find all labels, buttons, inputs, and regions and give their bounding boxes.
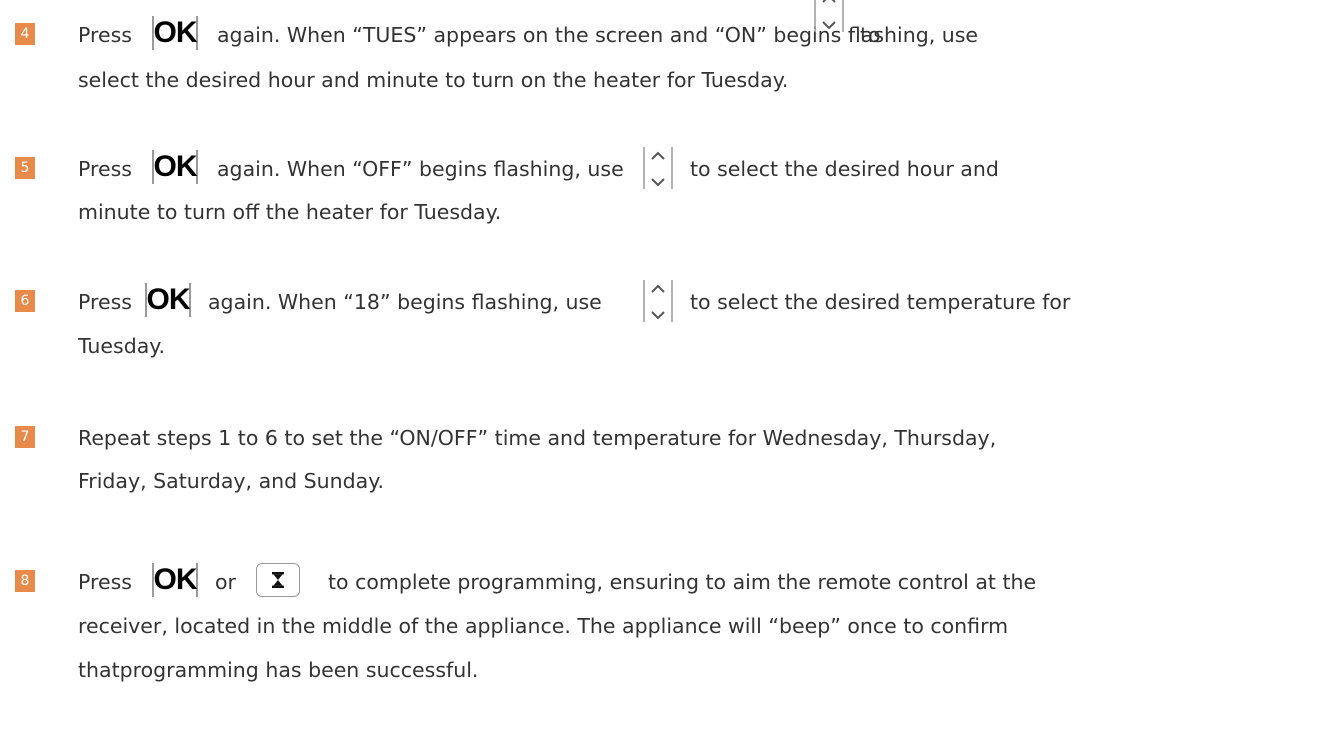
step-line: minute to turn off the heater for Tuesda…: [78, 197, 501, 227]
step-text: Press: [78, 157, 132, 181]
step-number: 8: [15, 570, 35, 592]
step-line: or: [215, 567, 236, 597]
step-number: 6: [15, 290, 35, 312]
ok-button-icon: OK: [152, 16, 198, 50]
ok-label: OK: [153, 563, 198, 596]
step-line: receiver, located in the middle of the a…: [78, 611, 1008, 641]
step-text: again. When “18” begins flashing, use: [208, 290, 602, 314]
ok-button-icon: OK: [152, 563, 198, 597]
ok-button-icon: OK: [152, 150, 198, 184]
step-line: to select the desired temperature for: [690, 287, 1070, 317]
step-text: again. When “OFF” begins flashing, use: [217, 157, 624, 181]
step-line: to select the desired hour and: [690, 154, 999, 184]
step-number: 5: [15, 157, 35, 179]
step-text: select the desired hour and minute to tu…: [78, 68, 789, 92]
step-text: minute to turn off the heater for Tuesda…: [78, 200, 502, 224]
step-line: Press: [78, 567, 132, 597]
step-number: 7: [15, 426, 35, 448]
up-down-arrows-icon: [643, 147, 673, 189]
step-text: thatprogramming has been successful.: [78, 658, 479, 682]
step-text: Press: [78, 570, 132, 594]
step-text: to complete programming, ensuring to aim…: [328, 570, 1037, 594]
step-line: Tuesday.: [78, 331, 165, 361]
step-line: again. When “OFF” begins flashing, use: [217, 154, 624, 184]
step-text: receiver, located in the middle of the a…: [78, 614, 1009, 638]
step-line: thatprogramming has been successful.: [78, 655, 478, 685]
ok-label: OK: [153, 16, 198, 49]
step-text: to select the desired hour and: [690, 157, 999, 181]
hourglass-glyph: [272, 572, 284, 588]
ok-label: OK: [146, 283, 191, 316]
step-line: Friday, Saturday, and Sunday.: [78, 466, 384, 496]
step-number: 4: [15, 23, 35, 45]
step-text: Repeat steps 1 to 6 to set the “ON/OFF” …: [78, 426, 997, 450]
ok-button-icon: OK: [145, 283, 191, 317]
step-text: or: [215, 570, 236, 594]
step-text: to: [860, 23, 881, 47]
step-text: Friday, Saturday, and Sunday.: [78, 469, 384, 493]
up-down-arrows-icon: [814, 0, 844, 32]
ok-label: OK: [153, 150, 198, 183]
step-line: to complete programming, ensuring to aim…: [328, 567, 1036, 597]
step-text: Tuesday.: [78, 334, 165, 358]
step-line: Press: [78, 154, 132, 184]
hourglass-timer-icon: [256, 563, 300, 597]
step-line: Repeat steps 1 to 6 to set the “ON/OFF” …: [78, 423, 996, 453]
up-down-arrows-icon: [643, 280, 673, 322]
step-line: again. When “18” begins flashing, use: [208, 287, 602, 317]
step-line: Press: [78, 20, 132, 50]
step-line: to: [860, 20, 881, 50]
step-text: Press: [78, 290, 132, 314]
step-text: to select the desired temperature for: [690, 290, 1071, 314]
step-line: select the desired hour and minute to tu…: [78, 65, 788, 95]
step-line: Press: [78, 287, 132, 317]
step-text: Press: [78, 23, 132, 47]
